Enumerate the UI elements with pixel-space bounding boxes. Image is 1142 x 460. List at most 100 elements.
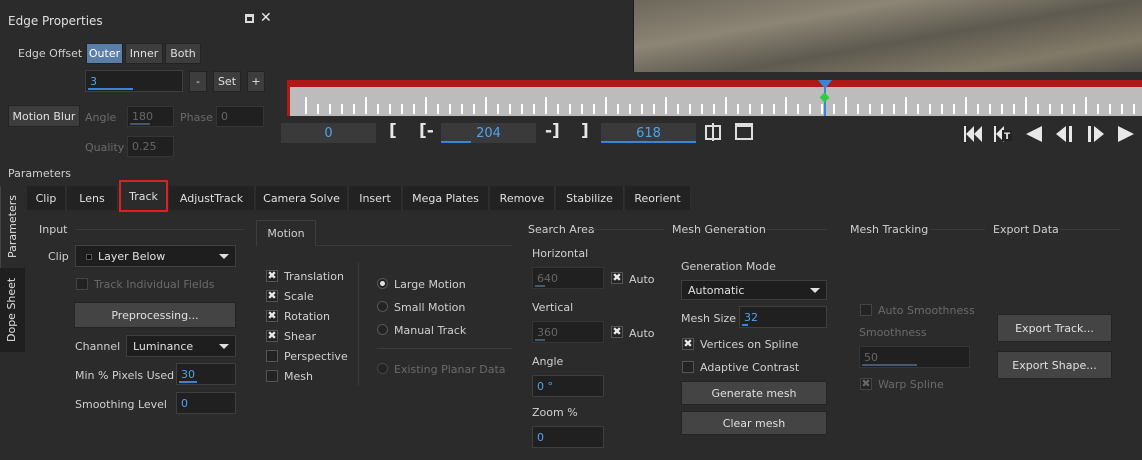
step-forward-icon[interactable] <box>1086 124 1106 144</box>
track-individual-checkbox[interactable] <box>76 278 88 290</box>
rotation-checkbox[interactable]: ✖ <box>266 310 278 322</box>
mesh-size-input[interactable]: 32 <box>739 306 827 328</box>
side-tab-parameters[interactable]: Parameters <box>0 186 25 268</box>
smoothing-label: Smoothing Level <box>75 398 167 411</box>
quality-input[interactable]: 0.25 <box>127 136 174 157</box>
mesh-checkbox[interactable] <box>266 370 278 382</box>
motion-blur-button[interactable]: Motion Blur <box>8 105 80 127</box>
in-point-field[interactable]: 204 <box>441 123 536 143</box>
go-to-start-icon[interactable] <box>962 124 984 144</box>
trim-out-icon[interactable] <box>734 122 754 142</box>
set-out-bracket[interactable]: ] <box>581 121 589 141</box>
smoothness-input[interactable]: 50 <box>859 346 970 368</box>
play-backward-icon[interactable] <box>1024 124 1044 144</box>
mesh-generation-header: Mesh Generation <box>672 223 766 236</box>
angle-input[interactable]: 180 <box>127 106 174 127</box>
shear-checkbox[interactable]: ✖ <box>266 330 278 342</box>
smoothing-input[interactable]: 0 <box>176 392 236 414</box>
tab-clip[interactable]: Clip <box>27 186 66 210</box>
manual-track-radio[interactable] <box>377 324 388 335</box>
export-track-button[interactable]: Export Track... <box>997 314 1112 342</box>
vertical-input[interactable]: 360 <box>532 321 604 343</box>
float-panel-icon[interactable] <box>245 14 254 23</box>
out-point-field[interactable]: 618 <box>601 123 696 143</box>
inner-button[interactable]: Inner <box>125 43 163 64</box>
go-in-bracket[interactable]: [- <box>419 121 434 141</box>
shear-label: Shear <box>284 330 316 343</box>
adaptive-contrast-checkbox[interactable] <box>682 361 694 373</box>
tab-stabilize[interactable]: Stabilize <box>556 186 624 210</box>
horizontal-auto-checkbox[interactable]: ✖ <box>611 272 623 284</box>
tab-track[interactable]: Track <box>119 180 168 212</box>
channel-select[interactable]: Luminance <box>126 335 236 357</box>
tab-remove[interactable]: Remove <box>490 186 555 210</box>
smoothness-label: Smoothness <box>859 326 927 339</box>
generation-mode-select[interactable]: Automatic <box>681 280 827 300</box>
perspective-label: Perspective <box>284 350 348 363</box>
translation-checkbox[interactable]: ✖ <box>266 270 278 282</box>
min-pixels-input[interactable]: 30 <box>176 363 236 385</box>
quality-value: 0.25 <box>132 140 157 153</box>
smoothness-value: 50 <box>864 350 878 364</box>
tab-reorient[interactable]: Reorient <box>625 186 691 210</box>
side-tab-dope-sheet[interactable]: Dope Sheet <box>0 268 25 352</box>
set-in-bracket[interactable]: [ <box>389 121 397 141</box>
in-point-value: 204 <box>476 125 501 141</box>
both-button[interactable]: Both <box>165 43 201 64</box>
viewer-image <box>633 0 1142 72</box>
perspective-checkbox[interactable] <box>266 350 278 362</box>
angle-search-label: Angle <box>532 355 564 368</box>
svg-text:T: T <box>1004 132 1011 142</box>
tab-adjusttrack[interactable]: AdjustTrack <box>169 186 255 210</box>
edge-offset-input[interactable]: 3 <box>85 70 183 92</box>
vertices-on-spline-checkbox[interactable]: ✖ <box>682 338 694 350</box>
zoom-input[interactable]: 0 <box>532 426 604 448</box>
export-data-header: Export Data <box>993 223 1059 236</box>
vertical-auto-checkbox[interactable]: ✖ <box>611 326 623 338</box>
clear-mesh-button[interactable]: Clear mesh <box>681 411 827 435</box>
go-out-bracket[interactable]: -] <box>545 121 560 141</box>
preprocessing-button[interactable]: Preprocessing... <box>74 302 236 328</box>
warp-spline-checkbox[interactable]: ✖ <box>860 378 872 390</box>
search-area-divider <box>592 229 664 230</box>
layer-color-swatch <box>86 254 92 260</box>
clip-select[interactable]: Layer Below <box>75 245 236 267</box>
out-point-value: 618 <box>636 125 661 141</box>
auto-smoothness-checkbox[interactable] <box>860 304 872 316</box>
existing-planar-radio[interactable] <box>377 363 388 374</box>
tab-mega-plates[interactable]: Mega Plates <box>403 186 489 210</box>
close-icon[interactable]: ✕ <box>260 10 272 26</box>
horizontal-input[interactable]: 640 <box>532 267 604 289</box>
tab-camera-solve[interactable]: Camera Solve <box>256 186 348 210</box>
export-shape-button[interactable]: Export Shape... <box>997 351 1112 379</box>
mesh-size-label: Mesh Size <box>681 312 737 325</box>
mesh-size-value: 32 <box>744 310 758 324</box>
decrement-button[interactable]: - <box>189 71 207 92</box>
scale-checkbox[interactable]: ✖ <box>266 290 278 302</box>
channel-select-value: Luminance <box>133 339 194 353</box>
edge-properties-title: Edge Properties <box>8 14 103 28</box>
outer-button[interactable]: Outer <box>86 43 123 64</box>
angle-search-input[interactable]: 0 ° <box>532 375 604 397</box>
large-motion-label: Large Motion <box>394 278 466 291</box>
set-button[interactable]: Set <box>213 71 241 92</box>
auto-smoothness-label: Auto Smoothness <box>878 304 975 317</box>
generation-mode-label: Generation Mode <box>681 260 776 273</box>
play-forward-icon[interactable] <box>1116 124 1136 144</box>
phase-input[interactable]: 0 <box>216 106 264 127</box>
start-frame-field[interactable]: 0 <box>281 123 376 143</box>
channel-label: Channel <box>75 340 121 353</box>
large-motion-radio[interactable] <box>377 278 388 289</box>
mesh-generation-divider <box>765 229 827 230</box>
motion-tab[interactable]: Motion <box>256 220 316 246</box>
tab-insert[interactable]: Insert <box>349 186 402 210</box>
tab-lens[interactable]: Lens <box>67 186 118 210</box>
edge-offset-label: Edge Offset <box>18 47 83 60</box>
previous-key-icon[interactable]: T <box>992 124 1014 144</box>
increment-button[interactable]: + <box>247 71 265 92</box>
generate-mesh-button[interactable]: Generate mesh <box>681 381 827 405</box>
small-motion-radio[interactable] <box>377 301 388 312</box>
translation-label: Translation <box>284 270 344 283</box>
trim-in-icon[interactable] <box>703 122 723 142</box>
step-back-icon[interactable] <box>1054 124 1074 144</box>
